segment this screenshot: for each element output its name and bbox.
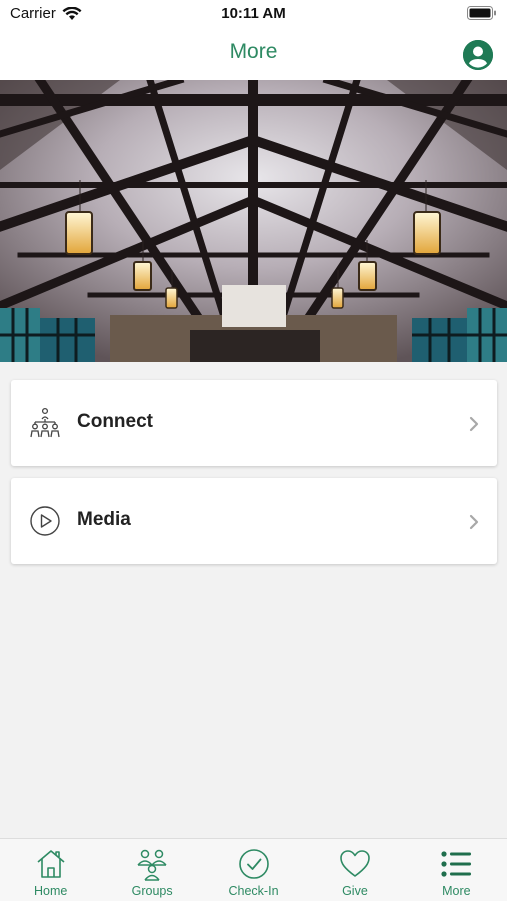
status-time: 10:11 AM	[221, 5, 286, 22]
church-ceiling-photo	[0, 80, 507, 362]
media-menu-item[interactable]: Media	[11, 478, 497, 564]
status-bar: Carrier 10:11 AM	[0, 0, 507, 28]
tab-home[interactable]: Home	[0, 839, 101, 901]
home-icon	[37, 850, 65, 878]
check-circle-icon	[238, 849, 269, 879]
profile-button[interactable]	[463, 40, 493, 70]
tab-check-in-label: Check-In	[228, 884, 279, 898]
connect-menu-item[interactable]: Connect	[11, 380, 497, 466]
list-icon	[441, 851, 472, 877]
tab-groups-label: Groups	[131, 884, 173, 898]
tab-groups[interactable]: Groups	[101, 839, 202, 901]
person-circle-icon	[463, 40, 493, 70]
tab-bar: Home Groups Check-In Give More	[0, 838, 507, 901]
chevron-right-icon	[469, 514, 479, 530]
connect-label: Connect	[77, 411, 153, 432]
tab-give-label: Give	[342, 884, 368, 898]
play-circle-icon	[30, 506, 60, 536]
people-network-icon	[30, 407, 60, 438]
battery-icon	[467, 6, 497, 24]
heart-icon	[340, 850, 370, 877]
chevron-right-icon	[469, 416, 479, 432]
page-title: More	[229, 40, 278, 63]
tab-check-in[interactable]: Check-In	[203, 839, 304, 901]
tab-more[interactable]: More	[406, 839, 507, 901]
tab-more-label: More	[442, 884, 471, 898]
hero-image	[0, 80, 507, 362]
navigation-bar: More	[0, 28, 507, 80]
tab-home-label: Home	[34, 884, 68, 898]
groups-icon	[137, 849, 167, 881]
media-label: Media	[77, 509, 131, 530]
tab-give[interactable]: Give	[304, 839, 405, 901]
